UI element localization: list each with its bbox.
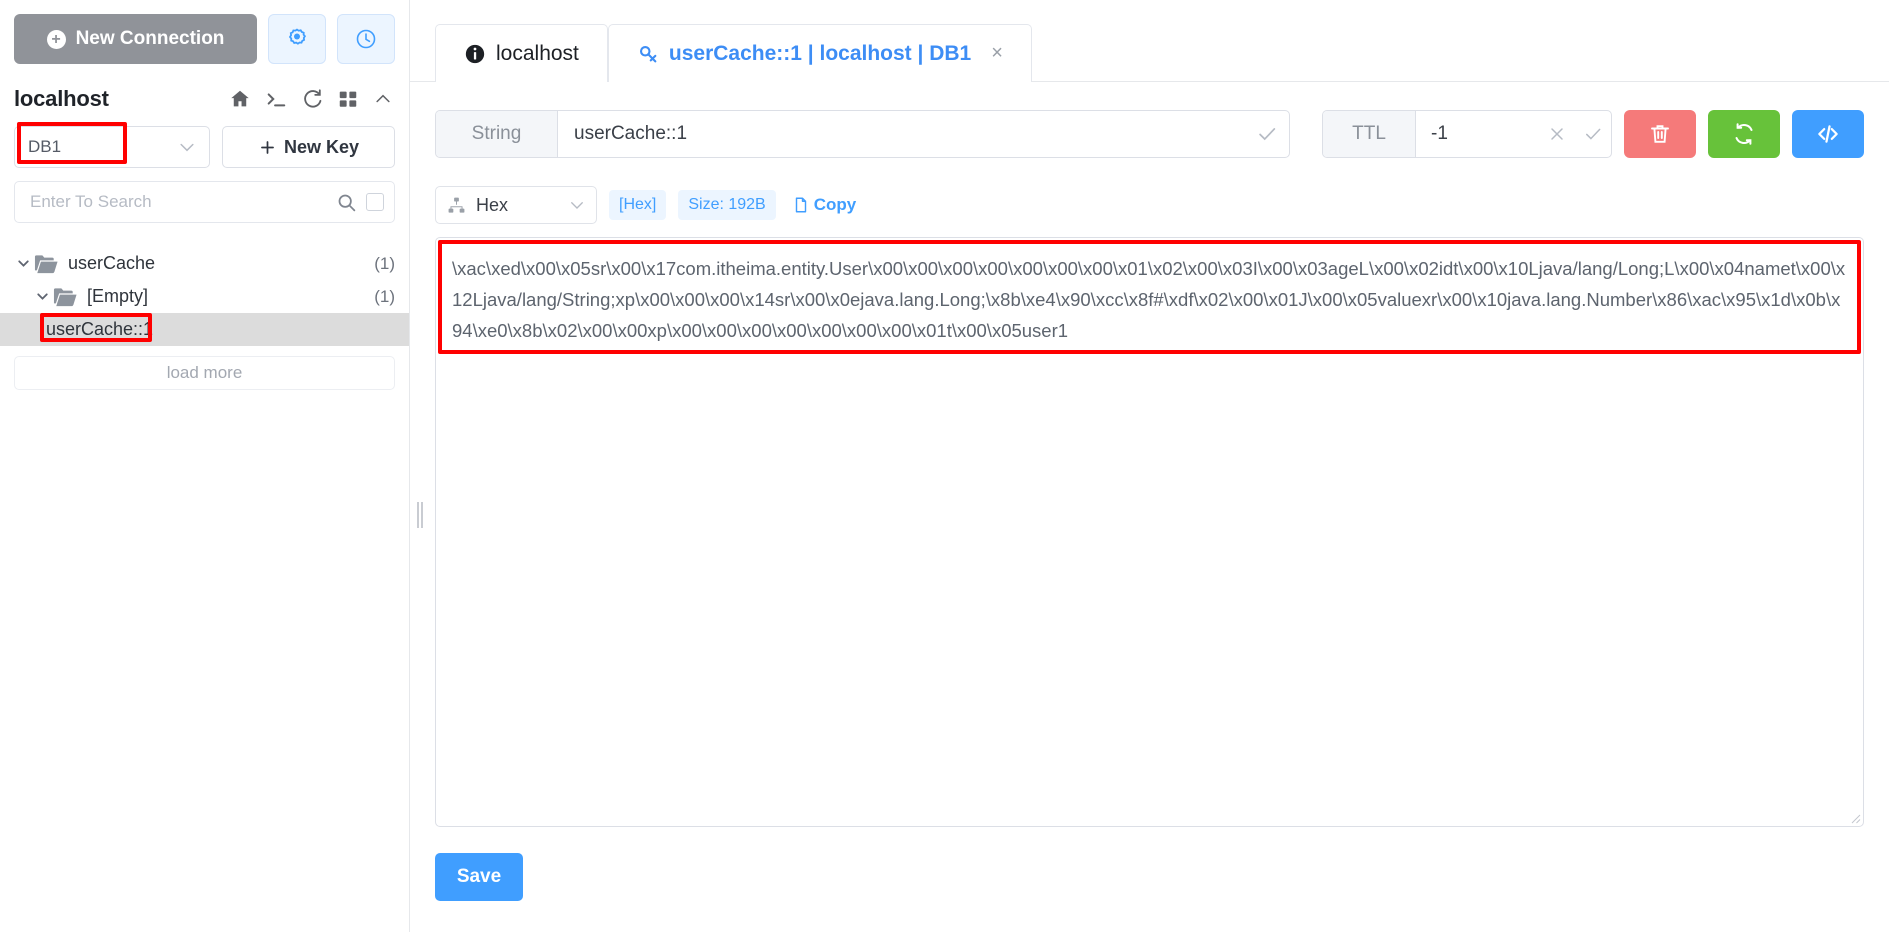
db-selector-value: DB1 bbox=[28, 137, 62, 156]
search-input[interactable] bbox=[28, 191, 327, 213]
check-icon[interactable] bbox=[1575, 111, 1611, 157]
plus-icon: + bbox=[46, 29, 66, 49]
view-code-button[interactable] bbox=[1792, 110, 1864, 158]
delete-key-button[interactable] bbox=[1624, 110, 1696, 158]
save-bar: Save bbox=[435, 827, 1864, 901]
format-bar: Hex [Hex] Size: 192B Copy bbox=[435, 186, 1864, 224]
new-key-label: New Key bbox=[283, 136, 360, 157]
resize-grip-icon[interactable] bbox=[1847, 810, 1861, 824]
tree-item-label: userCache::1 bbox=[46, 319, 154, 339]
refresh-icon bbox=[304, 89, 322, 108]
key-type-tag: String bbox=[436, 111, 558, 157]
value-editor: \xac\xed\x00\x05sr\x00\x17com.itheima.en… bbox=[435, 237, 1864, 827]
search-row bbox=[0, 168, 409, 223]
tab-label: localhost bbox=[496, 41, 579, 65]
copy-label: Copy bbox=[813, 195, 857, 214]
connection-tools bbox=[229, 88, 393, 110]
settings-icon[interactable] bbox=[268, 14, 326, 64]
tab-localhost[interactable]: localhost bbox=[435, 24, 608, 82]
db-selector[interactable]: DB1 bbox=[14, 122, 210, 168]
value-editor-textarea[interactable]: \xac\xed\x00\x05sr\x00\x17com.itheima.en… bbox=[436, 238, 1863, 361]
terminal-icon bbox=[267, 93, 286, 107]
chevron-down-icon[interactable] bbox=[12, 255, 34, 272]
save-button[interactable]: Save bbox=[435, 853, 523, 901]
plus-icon bbox=[261, 140, 274, 154]
connection-header: localhost bbox=[0, 64, 409, 120]
tree-item-userCache[interactable]: userCache (1) bbox=[0, 247, 409, 280]
ttl-input[interactable] bbox=[1416, 111, 1539, 157]
trash-icon bbox=[1651, 125, 1669, 143]
app-window: + New Connection localhost DB1 New Key E… bbox=[0, 0, 1889, 932]
key-toolbar: String TTL bbox=[435, 110, 1864, 158]
search-exact-checkbox[interactable] bbox=[366, 193, 384, 211]
info-icon bbox=[465, 44, 485, 63]
key-actions bbox=[1624, 110, 1864, 158]
new-key-button[interactable]: New Key bbox=[222, 126, 395, 168]
refresh-icon bbox=[1735, 123, 1753, 145]
key-name-input[interactable] bbox=[558, 111, 1245, 157]
tab-bar: localhost userCache::1 | localhost | DB1… bbox=[410, 0, 1889, 82]
tree-item-label: userCache bbox=[68, 253, 156, 273]
tree-item-count: (1) bbox=[374, 286, 395, 306]
grid-icon bbox=[339, 91, 357, 107]
tab-label: userCache::1 | localhost | DB1 bbox=[668, 41, 972, 65]
sidebar-toolbar: + New Connection bbox=[0, 0, 409, 64]
copy-button[interactable]: Copy bbox=[792, 195, 857, 215]
code-icon bbox=[1818, 125, 1838, 143]
key-name-field: String bbox=[435, 110, 1290, 158]
chevron-up-icon bbox=[376, 94, 390, 103]
folder-open-icon bbox=[34, 253, 59, 275]
new-connection-label: New Connection bbox=[75, 28, 225, 49]
chevron-down-icon bbox=[180, 143, 194, 152]
key-tree: userCache (1) [Empty] (1) userCache::1 l… bbox=[0, 247, 409, 390]
home-icon bbox=[231, 90, 249, 107]
document-icon bbox=[795, 197, 806, 213]
ttl-tag: TTL bbox=[1323, 111, 1416, 157]
connection-title: localhost bbox=[14, 86, 109, 111]
main-panel: localhost userCache::1 | localhost | DB1… bbox=[410, 0, 1889, 932]
refresh-key-button[interactable] bbox=[1708, 110, 1780, 158]
new-connection-button[interactable]: + New Connection bbox=[14, 14, 257, 64]
close-icon[interactable] bbox=[1539, 111, 1575, 157]
search-box bbox=[14, 181, 395, 223]
history-icon[interactable] bbox=[337, 14, 395, 64]
search-icon[interactable] bbox=[336, 192, 357, 213]
format-selector-value: Hex bbox=[476, 194, 509, 215]
db-row: DB1 New Key bbox=[0, 120, 409, 168]
load-more-button[interactable]: load more bbox=[14, 356, 395, 390]
sidebar-splitter[interactable] bbox=[415, 500, 425, 530]
tree-item-label: [Empty] bbox=[87, 286, 149, 306]
tree-item-count: (1) bbox=[374, 253, 395, 273]
chevron-down-icon[interactable] bbox=[31, 288, 53, 305]
check-icon[interactable] bbox=[1245, 111, 1289, 157]
close-icon[interactable]: × bbox=[991, 42, 1003, 65]
sitemap-icon bbox=[448, 197, 465, 213]
key-icon bbox=[639, 45, 657, 62]
size-badge[interactable]: Size: 192B bbox=[678, 190, 776, 220]
detected-format-badge[interactable]: [Hex] bbox=[609, 190, 667, 220]
key-detail-content: String TTL bbox=[410, 82, 1889, 932]
chevron-down-icon bbox=[571, 202, 583, 209]
tree-item-empty[interactable]: [Empty] (1) bbox=[0, 280, 409, 313]
tree-item-userCache-1[interactable]: userCache::1 bbox=[0, 313, 409, 346]
format-selector[interactable]: Hex bbox=[435, 186, 597, 224]
folder-open-icon bbox=[53, 286, 78, 308]
tab-userCache-1[interactable]: userCache::1 | localhost | DB1 × bbox=[607, 24, 1032, 82]
sidebar: + New Connection localhost DB1 New Key E… bbox=[0, 0, 410, 932]
ttl-field: TTL bbox=[1322, 110, 1612, 158]
